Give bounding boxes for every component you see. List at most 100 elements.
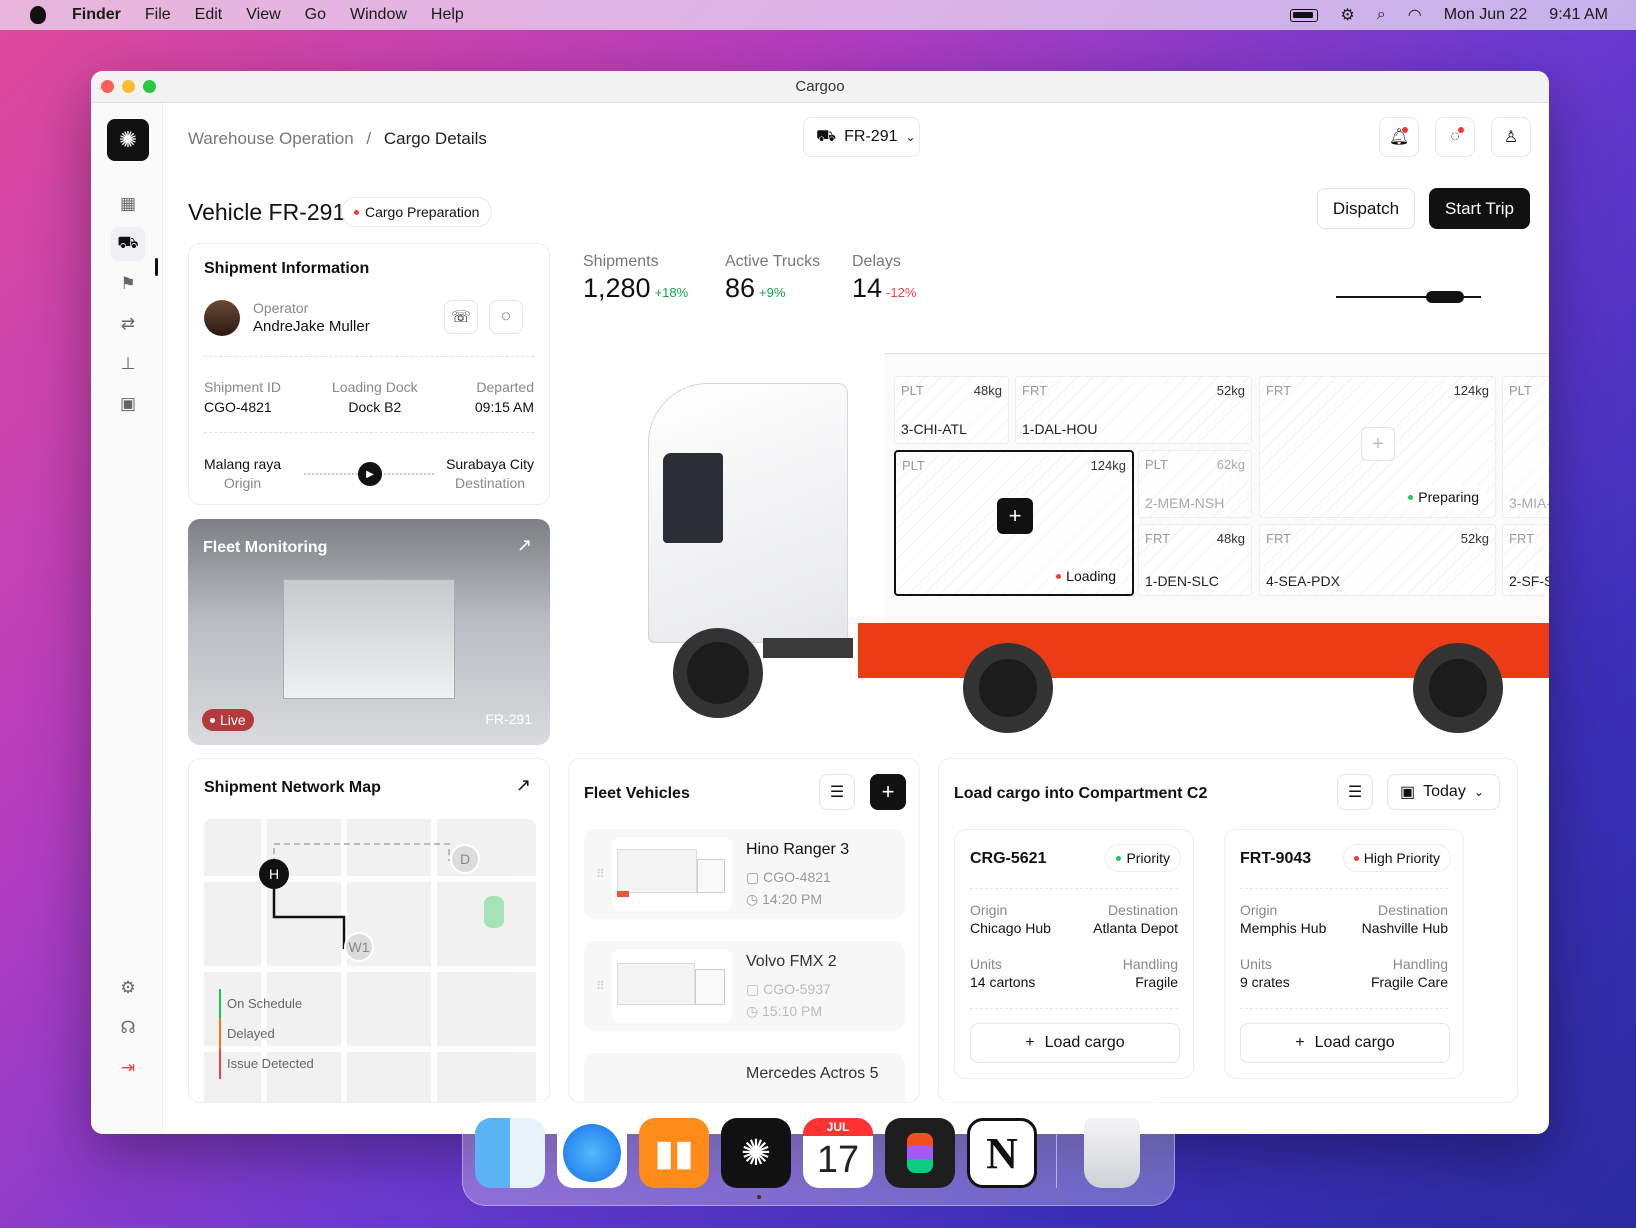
trash-icon[interactable]: [1084, 1118, 1140, 1188]
slot-weight: 124kg: [1453, 383, 1489, 398]
cargo-card: FRT-9043 High Priority Origin Destination…: [1224, 829, 1464, 1079]
menu-app[interactable]: Finder: [72, 6, 121, 24]
messages-button[interactable]: ◌: [1435, 117, 1475, 157]
compartment-slot[interactable]: PLT 48kg 3-CHI-ATL: [894, 376, 1009, 444]
dispatch-button[interactable]: Dispatch: [1317, 188, 1415, 229]
spotlight-icon[interactable]: ⌕: [1377, 6, 1386, 24]
settings-icon[interactable]: ⚙: [111, 971, 145, 1005]
map-node-hub[interactable]: H: [259, 859, 289, 889]
compartment-slot[interactable]: FRT 2-SF-S: [1502, 524, 1549, 596]
legend-on-schedule: On Schedule: [219, 989, 314, 1019]
drag-handle-icon[interactable]: ⠿: [596, 867, 605, 881]
breadcrumb-parent[interactable]: Warehouse Operation: [188, 129, 354, 148]
fleet-monitoring-card[interactable]: Fleet Monitoring ↗ Live FR-291: [188, 519, 550, 745]
dashboard-icon[interactable]: ▦: [111, 187, 145, 221]
books-app-icon[interactable]: ▮▮: [639, 1118, 709, 1188]
call-button[interactable]: ☏: [444, 300, 478, 334]
main-content: Warehouse Operation / Cargo Details ⛟ FR…: [163, 103, 1549, 1134]
load-cargo-button[interactable]: + Load cargo: [970, 1023, 1180, 1063]
menu-help[interactable]: Help: [431, 6, 464, 24]
zoom-slider-handle[interactable]: [1426, 291, 1464, 303]
menu-edit[interactable]: Edit: [195, 6, 223, 24]
compartment-slot[interactable]: FRT 48kg 1-DEN-SLC: [1138, 524, 1252, 596]
vehicle-list-item[interactable]: ⠿ Hino Ranger 3 ▢ CGO-4821 ◷ 14:20 PM: [584, 829, 905, 919]
menubar-date[interactable]: Mon Jun 22: [1444, 6, 1528, 24]
calendar-app-icon[interactable]: JUL 17: [803, 1118, 873, 1188]
slot-status: Loading: [1066, 568, 1116, 584]
finder-app-icon[interactable]: [475, 1118, 545, 1188]
safari-app-icon[interactable]: [557, 1118, 627, 1188]
wifi-icon[interactable]: ◠: [1408, 5, 1422, 25]
map-node-warehouse[interactable]: W1: [344, 932, 374, 962]
compartment-slot[interactable]: PLT 3-MIA-: [1502, 376, 1549, 518]
add-slot-button[interactable]: +: [1361, 427, 1395, 461]
vehicle-select[interactable]: ⛟ FR-291 ⌄: [803, 117, 920, 157]
cargo-id: FRT-9043: [1240, 850, 1312, 867]
close-window-button[interactable]: [101, 80, 114, 93]
compartment-slot[interactable]: PLT 62kg 2-MEM-NSH: [1138, 450, 1252, 518]
add-vehicle-button[interactable]: +: [870, 774, 906, 810]
menu-view[interactable]: View: [246, 6, 280, 24]
expand-arrow-icon[interactable]: ↗: [517, 535, 532, 556]
crane-icon[interactable]: ⊥: [111, 347, 145, 381]
start-trip-button[interactable]: Start Trip: [1429, 188, 1530, 229]
filter-button[interactable]: ☰: [1337, 774, 1373, 810]
menu-bar: Finder File Edit View Go Window Help ⚙ ⌕…: [0, 0, 1636, 30]
notion-app-icon[interactable]: N: [967, 1118, 1037, 1188]
sidebar: ✺ ▦ ⛟ ⚑ ⇄ ⊥ ▣ ⚙ ☊ ⇥: [91, 103, 163, 1134]
apple-icon[interactable]: [30, 6, 46, 24]
app-logo[interactable]: ✺: [107, 119, 149, 161]
trailer-wheel: [1413, 643, 1503, 733]
load-cargo-button[interactable]: + Load cargo: [1240, 1023, 1450, 1063]
vehicle-list-item[interactable]: ⠿ Volvo FMX 2 ▢ CGO-5937 ◷ 15:10 PM: [584, 941, 905, 1031]
stat-delta: +18%: [654, 285, 689, 300]
compartment-slot[interactable]: FRT 124kg + Preparing: [1259, 376, 1496, 518]
figma-app-icon[interactable]: [885, 1118, 955, 1188]
control-center-icon[interactable]: ⚙: [1340, 5, 1354, 25]
priority-badge: Priority: [1105, 844, 1181, 872]
compartment-slot[interactable]: FRT 52kg 4-SEA-PDX: [1259, 524, 1496, 596]
zoom-window-button[interactable]: [143, 80, 156, 93]
menubar-time[interactable]: 9:41 AM: [1549, 6, 1608, 24]
support-icon[interactable]: ☊: [111, 1011, 145, 1045]
slot-type: PLT: [1509, 383, 1532, 398]
priority-badge: High Priority: [1342, 844, 1451, 872]
expand-arrow-icon[interactable]: ↗: [516, 775, 531, 796]
truck-nav-icon[interactable]: ⛟: [111, 227, 145, 261]
drag-handle-icon[interactable]: ⠿: [596, 979, 605, 993]
minimize-window-button[interactable]: [122, 80, 135, 93]
zoom-slider[interactable]: [1336, 291, 1481, 303]
network-map-card: Shipment Network Map ↗ H W1 D On Schedul…: [188, 758, 550, 1103]
departed-value: 09:15 AM: [474, 399, 534, 415]
compartment-slot-selected[interactable]: PLT 124kg + Loading: [894, 450, 1134, 596]
menu-go[interactable]: Go: [305, 6, 326, 24]
origin-label: Origin: [1240, 902, 1278, 918]
plus-icon: +: [1025, 1034, 1035, 1051]
route-icon[interactable]: ⚑: [111, 267, 145, 301]
truck-cab-image: [603, 373, 858, 718]
map-canvas[interactable]: H W1 D On Schedule Delayed Issue Detecte…: [204, 819, 536, 1102]
flow-icon[interactable]: ⇄: [111, 307, 145, 341]
vehicle-list-item[interactable]: Mercedes Actros 5: [584, 1053, 905, 1102]
slot-code: 1-DEN-SLC: [1145, 573, 1219, 589]
units-label: Units: [1240, 956, 1272, 972]
profile-button[interactable]: ♙: [1491, 117, 1531, 157]
cargoo-app-icon[interactable]: ✺: [721, 1118, 791, 1188]
calendar-nav-icon[interactable]: ▣: [111, 387, 145, 421]
date-filter-select[interactable]: ▣ Today ⌄: [1387, 774, 1500, 810]
notifications-button[interactable]: 🔔︎: [1379, 117, 1419, 157]
compartment-slot[interactable]: FRT 52kg 1-DAL-HOU: [1015, 376, 1252, 444]
logout-icon[interactable]: ⇥: [111, 1051, 145, 1085]
box-icon: ▢: [746, 869, 760, 885]
units-value: 9 crates: [1240, 974, 1290, 990]
message-operator-button[interactable]: ◌: [489, 300, 523, 334]
menu-file[interactable]: File: [145, 6, 171, 24]
calendar-day: 17: [816, 1139, 860, 1181]
battery-icon[interactable]: [1290, 8, 1319, 22]
add-cargo-button[interactable]: +: [997, 498, 1033, 534]
menu-window[interactable]: Window: [350, 6, 407, 24]
filter-button[interactable]: ☰: [819, 774, 855, 810]
shipment-info-card: Shipment Information Operator AndreJake …: [188, 243, 550, 505]
map-node-destination[interactable]: D: [450, 844, 480, 874]
camera-vehicle-label: FR-291: [485, 711, 532, 727]
